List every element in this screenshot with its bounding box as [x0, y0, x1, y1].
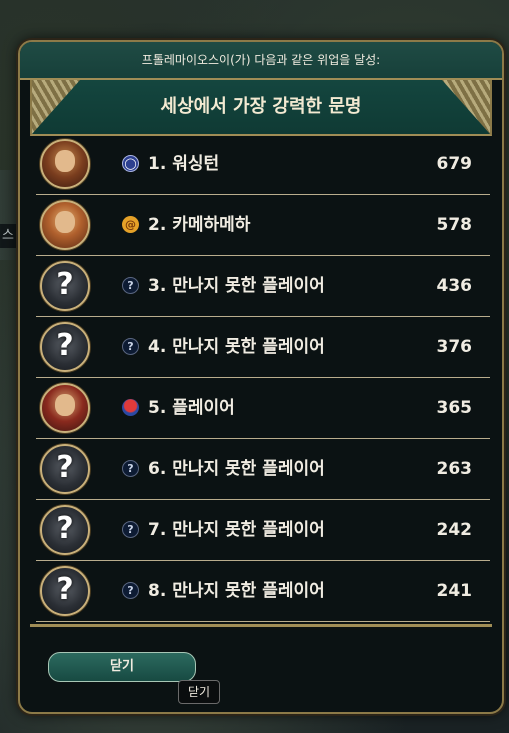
leader-portrait: [40, 139, 90, 189]
achievement-popup: 프톨레마이오스이(가) 다음과 같은 위업을 달성: 세상에서 가장 강력한 문…: [18, 40, 504, 714]
ranking-row-3: ? ? 3. 만나지 못한 플레이어 436: [36, 256, 490, 317]
ranking-row-8: ? ? 8. 만나지 못한 플레이어 241: [36, 561, 490, 622]
unknown-civ-icon: ?: [122, 338, 139, 355]
ranking-label: 2. 카메하메하: [148, 215, 251, 235]
ranking-list: ◯ 1. 워싱턴 679 @ 2. 카메하메하 578 ? ? 3. 만나지 못…: [36, 134, 490, 622]
korea-civ-icon: [122, 399, 139, 416]
usa-civ-icon: ◯: [122, 155, 139, 172]
achievement-header: 프톨레마이오스이(가) 다음과 같은 위업을 달성:: [20, 42, 502, 80]
leader-face: [55, 394, 75, 416]
close-button[interactable]: 닫기: [48, 652, 196, 682]
question-mark-icon: ?: [56, 328, 74, 363]
unknown-leader-portrait: ?: [40, 444, 90, 494]
ranking-row-2: @ 2. 카메하메하 578: [36, 195, 490, 256]
ranking-row-5: 5. 플레이어 365: [36, 378, 490, 439]
ranking-row-7: ? ? 7. 만나지 못한 플레이어 242: [36, 500, 490, 561]
ranking-row-1: ◯ 1. 워싱턴 679: [36, 134, 490, 195]
ranking-label: 1. 워싱턴: [148, 154, 220, 174]
question-mark-icon: ?: [56, 267, 74, 302]
unknown-civ-icon: ?: [122, 582, 139, 599]
ranking-score: 376: [436, 337, 473, 357]
ranking-row-6: ? ? 6. 만나지 못한 플레이어 263: [36, 439, 490, 500]
ranking-row-4: ? ? 4. 만나지 못한 플레이어 376: [36, 317, 490, 378]
close-tooltip: 닫기: [178, 680, 220, 704]
ranking-score: 241: [436, 581, 473, 601]
ranking-score: 578: [436, 215, 473, 235]
footer-divider: [30, 624, 492, 627]
leader-face: [55, 211, 75, 233]
ranking-score: 436: [436, 276, 473, 296]
ranking-score: 365: [436, 398, 473, 418]
ranking-score: 242: [436, 520, 473, 540]
hawaii-civ-icon: @: [122, 216, 139, 233]
unknown-civ-icon: ?: [122, 277, 139, 294]
ranking-label: 4. 만나지 못한 플레이어: [148, 337, 325, 357]
leader-face: [55, 150, 75, 172]
question-mark-icon: ?: [56, 572, 74, 607]
ranking-score: 263: [436, 459, 473, 479]
popup-title: 세상에서 가장 강력한 문명: [160, 96, 362, 117]
unknown-leader-portrait: ?: [40, 261, 90, 311]
unknown-civ-icon: ?: [122, 460, 139, 477]
unknown-civ-icon: ?: [122, 521, 139, 538]
ranking-label: 5. 플레이어: [148, 398, 235, 418]
ranking-label: 3. 만나지 못한 플레이어: [148, 276, 325, 296]
question-mark-icon: ?: [56, 450, 74, 485]
ranking-label: 6. 만나지 못한 플레이어: [148, 459, 325, 479]
ranking-label: 8. 만나지 못한 플레이어: [148, 581, 325, 601]
unknown-leader-portrait: ?: [40, 505, 90, 555]
unknown-leader-portrait: ?: [40, 566, 90, 616]
ranking-score: 679: [436, 154, 473, 174]
question-mark-icon: ?: [56, 511, 74, 546]
leader-portrait: [40, 200, 90, 250]
title-banner: 세상에서 가장 강력한 문명: [30, 80, 492, 136]
leader-portrait: [40, 383, 90, 433]
ranking-label: 7. 만나지 못한 플레이어: [148, 520, 325, 540]
unknown-leader-portrait: ?: [40, 322, 90, 372]
